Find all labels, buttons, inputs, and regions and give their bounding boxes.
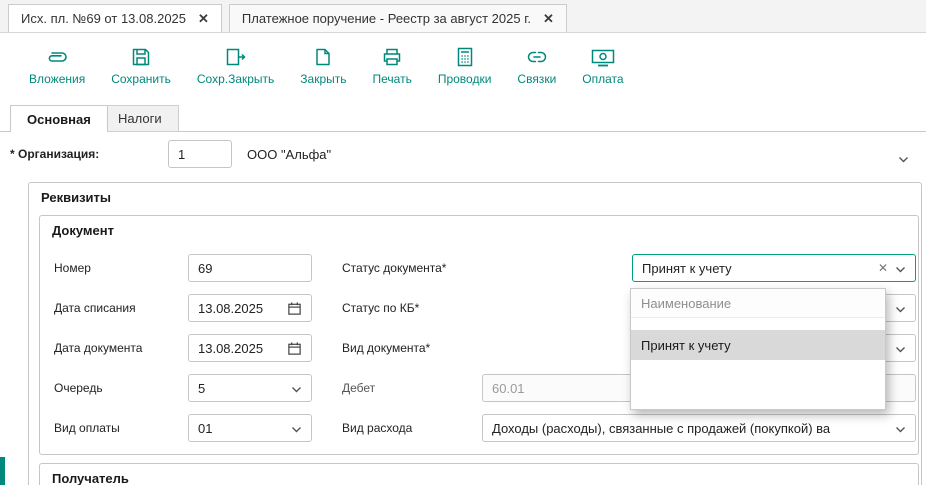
- number-value: 69: [198, 261, 302, 276]
- tab-payment-register-label: Платежное поручение - Реестр за август 2…: [242, 11, 531, 26]
- dropdown-option-selected[interactable]: Принят к учету: [631, 330, 885, 360]
- links-label: Связки: [517, 72, 556, 86]
- chevron-down-icon[interactable]: [895, 301, 906, 316]
- expense-kind-value: Доходы (расходы), связанные с продажей (…: [492, 421, 889, 436]
- payment-button[interactable]: Оплата: [569, 42, 636, 90]
- write-off-date-value: 13.08.2025: [198, 301, 281, 316]
- document-section-title: Документ: [52, 223, 114, 238]
- status-dropdown-popup: Наименование Принят к учету: [630, 288, 886, 410]
- status-combobox[interactable]: Принят к учету ✕: [632, 254, 916, 282]
- left-accent-strip: [0, 457, 5, 485]
- status-label: Статус документа*: [342, 254, 446, 282]
- paperclip-icon: [44, 46, 70, 68]
- number-label: Номер: [54, 254, 91, 282]
- clear-icon[interactable]: ✕: [878, 261, 888, 275]
- payment-label: Оплата: [582, 72, 623, 86]
- chevron-down-icon[interactable]: [895, 421, 906, 436]
- save-icon: [130, 46, 152, 68]
- tab-main[interactable]: Основная: [10, 105, 108, 132]
- document-date-label: Дата документа: [54, 334, 142, 362]
- payment-kind-combobox[interactable]: 01: [188, 414, 312, 442]
- organization-name-value: ООО "Альфа": [247, 147, 331, 162]
- organization-label: * Организация:: [10, 147, 99, 161]
- save-button[interactable]: Сохранить: [98, 42, 184, 90]
- calendar-icon[interactable]: [287, 301, 302, 316]
- tab-payment-register[interactable]: Платежное поручение - Реестр за август 2…: [229, 4, 567, 32]
- postings-icon: [455, 46, 475, 68]
- organization-code-value: 1: [178, 147, 185, 162]
- tab-main-label: Основная: [27, 112, 91, 127]
- dropdown-column-header: Наименование: [631, 289, 885, 318]
- postings-label: Проводки: [438, 72, 492, 86]
- close-tab-icon[interactable]: ✕: [543, 12, 554, 25]
- document-date-value: 13.08.2025: [198, 341, 281, 356]
- write-off-date-label: Дата списания: [54, 294, 136, 322]
- close-label: Закрыть: [300, 72, 346, 86]
- write-off-date-input[interactable]: 13.08.2025: [188, 294, 312, 322]
- close-tab-icon[interactable]: ✕: [198, 12, 209, 25]
- tab-outgoing-payment[interactable]: Исх. пл. №69 от 13.08.2025 ✕: [8, 4, 222, 32]
- save-close-button[interactable]: Сохр.Закрыть: [184, 42, 287, 90]
- queue-combobox[interactable]: 5: [188, 374, 312, 402]
- tab-taxes[interactable]: Налоги: [101, 105, 179, 132]
- payment-order-window: Исх. пл. №69 от 13.08.2025 ✕ Платежное п…: [0, 0, 926, 485]
- calendar-icon[interactable]: [287, 341, 302, 356]
- tab-taxes-label: Налоги: [118, 111, 162, 126]
- number-input[interactable]: 69: [188, 254, 312, 282]
- expense-kind-combobox[interactable]: Доходы (расходы), связанные с продажей (…: [482, 414, 916, 442]
- chevron-down-icon[interactable]: [291, 381, 302, 396]
- attachments-button[interactable]: Вложения: [16, 42, 98, 90]
- queue-value: 5: [198, 381, 285, 396]
- row-number-status: Номер 69 Статус документа* Принят к учет…: [54, 254, 916, 282]
- document-kind-label: Вид документа*: [342, 334, 430, 362]
- requisites-section-title: Реквизиты: [41, 190, 111, 205]
- save-close-label: Сохр.Закрыть: [197, 72, 274, 86]
- printer-icon: [381, 46, 403, 68]
- save-label: Сохранить: [111, 72, 171, 86]
- chevron-down-icon[interactable]: [898, 151, 909, 166]
- toolbar: Вложения Сохранить Сохр.Закрыть Закрыть …: [0, 36, 926, 96]
- print-button[interactable]: Печать: [360, 42, 425, 90]
- attachments-label: Вложения: [29, 72, 85, 86]
- expense-kind-label: Вид расхода: [342, 414, 412, 442]
- save-close-icon: [224, 46, 248, 68]
- payment-kind-value: 01: [198, 421, 285, 436]
- document-date-input[interactable]: 13.08.2025: [188, 334, 312, 362]
- window-tab-bar: Исх. пл. №69 от 13.08.2025 ✕ Платежное п…: [0, 0, 926, 33]
- close-document-icon: [313, 46, 333, 68]
- payment-icon: [590, 46, 616, 68]
- chevron-down-icon[interactable]: [291, 421, 302, 436]
- status-value: Принят к учету: [642, 261, 872, 276]
- recipient-section-title: Получатель: [52, 471, 129, 485]
- row-paymentkind-expensekind: Вид оплаты 01 Вид расхода Доходы (расход…: [54, 414, 916, 442]
- close-button[interactable]: Закрыть: [287, 42, 359, 90]
- recipient-section: Получатель: [39, 463, 919, 485]
- postings-button[interactable]: Проводки: [425, 42, 505, 90]
- payment-kind-label: Вид оплаты: [54, 414, 120, 442]
- form-tab-bar: Основная Налоги: [0, 104, 926, 132]
- queue-label: Очередь: [54, 374, 103, 402]
- link-icon: [526, 46, 548, 68]
- tab-outgoing-payment-label: Исх. пл. №69 от 13.08.2025: [21, 11, 186, 26]
- debit-label: Дебет: [342, 374, 375, 402]
- organization-code-input[interactable]: 1: [168, 140, 232, 168]
- links-button[interactable]: Связки: [504, 42, 569, 90]
- print-label: Печать: [373, 72, 412, 86]
- chevron-down-icon[interactable]: [895, 341, 906, 356]
- chevron-down-icon[interactable]: [895, 261, 906, 276]
- kb-status-label: Статус по КБ*: [342, 294, 419, 322]
